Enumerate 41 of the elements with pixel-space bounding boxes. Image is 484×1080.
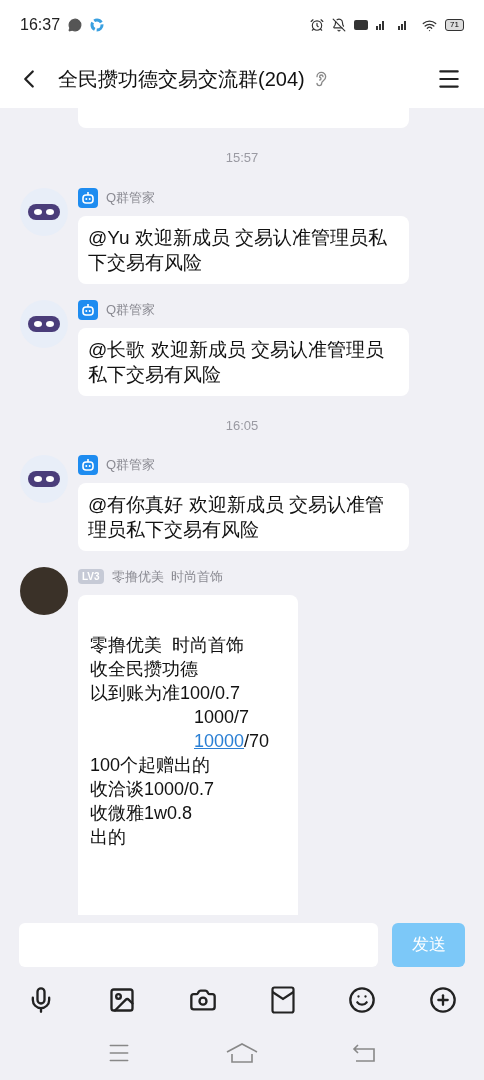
message-line: 1000/7 [193,705,251,729]
level-badge: LV3 [78,569,104,585]
message-bubble: @有你真好 欢迎新成员 交易认准管理员私下交易有风险 [78,483,409,551]
wifi-icon [422,17,438,33]
message-line: 100个起赠出的 [90,753,212,777]
chat-bubble-icon [68,18,83,32]
app-logo-icon [90,18,105,32]
robot-avatar [20,187,68,236]
robot-icon [78,299,98,320]
message-line: 收微雅1w0.8 [90,801,194,825]
nav-back-icon[interactable] [351,1042,378,1063]
clock-time: 16:37 [20,15,61,35]
bell-off-icon [332,18,347,32]
robot-avatar [20,299,68,348]
message-bubble: @Yu 欢迎新成员 交易认准管理员私下交易有风险 [78,215,409,284]
nav-home-icon[interactable] [225,1041,259,1064]
alarm-icon [310,18,325,32]
message-bubble: @长歌 欢迎新成员 交易认准管理员私下交易有风险 [78,327,409,396]
message-line: 出的 [90,825,127,849]
message-line: 零撸优美 时尚首饰 [90,633,245,657]
envelope-icon[interactable] [270,986,295,1014]
battery-indicator: 71 [445,19,464,31]
robot-icon [78,187,98,208]
emoji-icon[interactable] [347,986,376,1014]
chat-title: 全民攒功德交易交流群(204) [58,67,305,92]
sender-name: 零撸优美 时尚首饰 [111,568,223,586]
message-line: 收全民攒功德 [90,657,199,681]
sender-name: Q群管家 [106,456,156,475]
avatar-photo-placeholder [20,567,68,615]
send-button[interactable]: 发送 [392,923,465,967]
sender-name: Q群管家 [106,300,156,319]
message-line: 以到账为准100/0.7 [90,681,242,705]
plus-icon[interactable] [428,986,457,1014]
robot-avatar [20,455,68,503]
robot-icon [78,455,98,475]
message-time: 16:05 [225,416,259,435]
message-line: 收洽谈1000/0.7 [90,777,216,801]
image-icon[interactable] [108,986,137,1014]
sender-name: Q群管家 [106,188,156,207]
message-line: 10000/70 [193,729,271,753]
message-time: 15:57 [225,149,259,167]
